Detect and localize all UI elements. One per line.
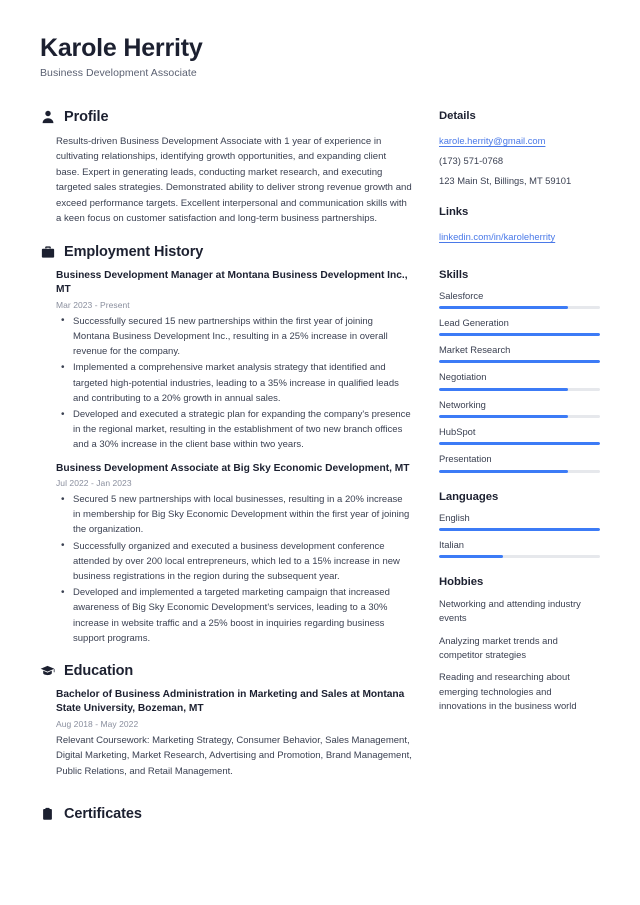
section-employment-header: Employment History <box>40 244 412 260</box>
sidebar-hobbies-title: Hobbies <box>439 576 484 589</box>
employment-entry-bullets: Secured 5 new partnerships with local bu… <box>56 492 412 646</box>
email-link[interactable]: karole.herrity@gmail.com <box>439 134 545 148</box>
sidebar-hobbies: Hobbies Networking and attending industr… <box>439 576 600 713</box>
sidebar-column: Details karole.herrity@gmail.com (173) 5… <box>439 109 600 731</box>
hobby-item: Reading and researching about emerging t… <box>439 671 577 711</box>
language-meter-fill <box>439 527 600 531</box>
skill-meter-track <box>439 387 600 391</box>
skill-row: Presentation <box>439 453 600 473</box>
bullet-item: Successfully secured 15 new partnerships… <box>56 313 412 360</box>
employment-entry-bullets: Successfully secured 15 new partnerships… <box>56 313 412 453</box>
section-profile-header: Profile <box>40 109 412 125</box>
linkedin-link[interactable]: linkedin.com/in/karoleherrity <box>439 230 555 244</box>
sidebar-skills-title: Skills <box>439 268 469 281</box>
skill-label: Salesforce <box>439 289 484 301</box>
sidebar-links-title: Links <box>439 206 469 219</box>
resume-columns: Profile Results-driven Business Developm… <box>40 109 600 839</box>
candidate-job-title: Business Development Associate <box>40 66 197 79</box>
sidebar-details-title: Details <box>439 109 476 122</box>
skill-meter-track <box>439 305 600 309</box>
skill-row: Networking <box>439 399 600 418</box>
skill-meter-fill <box>439 469 568 473</box>
skill-label: Networking <box>439 398 486 410</box>
section-education-body: Bachelor of Business Administration in M… <box>40 688 412 779</box>
skill-meter-track <box>439 360 600 364</box>
skill-meter-track <box>439 442 600 446</box>
person-icon <box>40 109 55 124</box>
sidebar-languages-title: Languages <box>439 490 499 503</box>
skill-row: Lead Generation <box>439 316 600 337</box>
skill-meter-fill <box>439 305 568 309</box>
skill-meter-fill <box>439 333 600 337</box>
section-employment: Employment History Business Development … <box>40 244 412 646</box>
language-label: Italian <box>439 538 465 550</box>
bullet-item: Developed and executed a strategic plan … <box>56 407 412 453</box>
sidebar-links: Links linkedin.com/in/karoleherrity <box>439 206 600 250</box>
skill-row: Market Research <box>439 344 600 364</box>
resume-header: Karole Herrity Business Development Asso… <box>40 34 600 79</box>
bullet-item: Successfully organized and executed a bu… <box>56 538 412 585</box>
skill-row: HubSpot <box>439 425 600 446</box>
phone-text: (173) 571-0768 <box>439 154 504 166</box>
skill-row: Negotiation <box>439 371 600 391</box>
hobby-item: Networking and attending industry events <box>439 598 581 624</box>
section-employment-body: Business Development Manager at Montana … <box>40 269 412 646</box>
sidebar-details: Details karole.herrity@gmail.com (173) 5… <box>439 110 600 189</box>
bullet-item: Implemented a comprehensive market analy… <box>56 360 412 406</box>
employment-entry-title: Business Development Associate at Big Sk… <box>56 462 410 474</box>
skill-meter-fill <box>439 442 600 446</box>
section-employment-title: Employment History <box>64 243 204 260</box>
graduation-cap-icon <box>40 663 55 678</box>
skill-label: Lead Generation <box>439 316 509 328</box>
candidate-name: Karole Herrity <box>40 34 203 62</box>
profile-summary-text: Results-driven Business Development Asso… <box>56 135 412 225</box>
skill-row: Salesforce <box>439 290 600 309</box>
section-education-header: Education <box>40 663 412 679</box>
language-meter-track <box>439 555 600 559</box>
section-profile-title: Profile <box>64 108 109 125</box>
skill-meter-track <box>439 469 600 473</box>
employment-entry-date: Mar 2023 - Present <box>56 299 130 310</box>
sidebar-skills: Skills Salesforce Lead Generation Market… <box>439 269 600 473</box>
section-profile: Profile Results-driven Business Developm… <box>40 109 412 227</box>
section-certificates-title: Certificates <box>64 806 142 823</box>
education-entry-title: Bachelor of Business Administration in M… <box>56 688 405 715</box>
skill-meter-fill <box>439 360 600 364</box>
skill-meter-track <box>439 333 600 337</box>
language-meter-track <box>439 527 600 531</box>
section-certificates: Certificates <box>40 806 412 822</box>
education-entry-coursework: Relevant Coursework: Marketing Strategy,… <box>56 734 412 777</box>
employment-entry-date: Jul 2022 - Jan 2023 <box>56 478 132 489</box>
skill-meter-fill <box>439 414 568 418</box>
skill-meter-fill <box>439 387 568 391</box>
address-text: 123 Main St, Billings, MT 59101 <box>439 175 572 187</box>
bullet-item: Secured 5 new partnerships with local bu… <box>56 492 412 538</box>
briefcase-icon <box>40 244 55 259</box>
employment-entry: Business Development Manager at Montana … <box>56 269 412 453</box>
employment-entry: Business Development Associate at Big Sk… <box>56 462 412 646</box>
section-certificates-header: Certificates <box>40 806 412 822</box>
main-column: Profile Results-driven Business Developm… <box>40 109 412 839</box>
education-entry-date: Aug 2018 - May 2022 <box>56 718 139 729</box>
skill-meter-track <box>439 414 600 418</box>
bullet-item: Developed and implemented a targeted mar… <box>56 585 412 646</box>
skill-label: HubSpot <box>439 425 476 437</box>
education-entry: Bachelor of Business Administration in M… <box>56 688 412 779</box>
language-meter-fill <box>439 555 504 559</box>
section-profile-body: Results-driven Business Development Asso… <box>40 134 412 227</box>
skill-label: Negotiation <box>439 371 487 383</box>
skill-label: Market Research <box>439 344 511 356</box>
section-education-title: Education <box>64 662 134 679</box>
resume-page: Karole Herrity Business Development Asso… <box>0 0 640 905</box>
sidebar-languages: Languages English Italian <box>439 491 600 559</box>
hobby-item: Analyzing market trends and competitor s… <box>439 634 558 660</box>
language-label: English <box>439 511 470 523</box>
skill-label: Presentation <box>439 453 492 465</box>
clipboard-icon <box>40 807 55 822</box>
section-education: Education Bachelor of Business Administr… <box>40 663 412 779</box>
language-row: Italian <box>439 538 600 559</box>
employment-entry-title: Business Development Manager at Montana … <box>56 269 408 296</box>
language-row: English <box>439 512 600 531</box>
